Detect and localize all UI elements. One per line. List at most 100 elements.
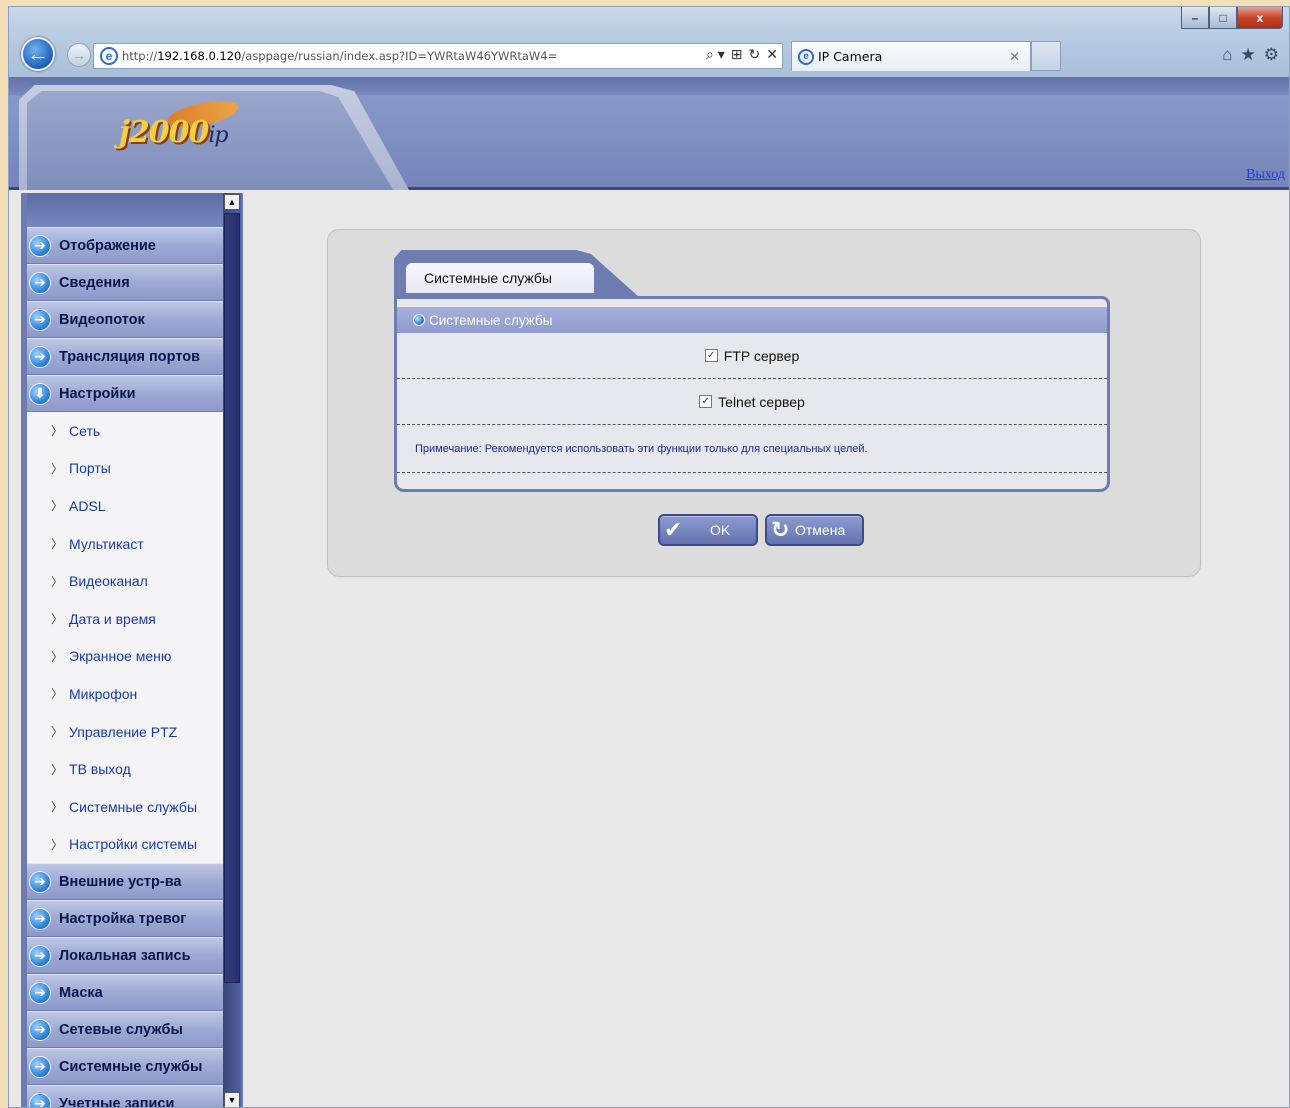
menu-network-services[interactable]: ➔ Сетевые службы [27, 1011, 223, 1048]
submenu-tv-out[interactable]: 〉 ТВ выход [27, 750, 223, 788]
chevron-right-icon: 〉 [51, 574, 64, 589]
chevron-right-icon: 〉 [51, 762, 64, 777]
chevron-right-icon: 〉 [51, 537, 64, 552]
menu-local-recording[interactable]: ➔ Локальная запись [27, 937, 223, 974]
ie-tab-icon: e [798, 48, 814, 65]
maximize-button[interactable]: □ [1209, 7, 1237, 29]
arrow-right-icon: ➔ [29, 870, 51, 893]
star-icon[interactable]: ★ [1241, 45, 1256, 65]
window-controls: – □ x [1181, 7, 1283, 29]
sidebar-scrollbar[interactable]: ▲ ▼ [223, 193, 241, 1107]
menu-info[interactable]: ➔ Сведения [27, 264, 223, 300]
submenu-microphone[interactable]: 〉 Микрофон [27, 675, 223, 713]
ok-button[interactable]: ✔ OK [658, 514, 758, 546]
menu-port-forwarding[interactable]: ➔ Трансляция портов [27, 338, 223, 374]
chevron-right-icon: 〉 [51, 499, 64, 514]
chevron-right-icon: 〉 [51, 612, 64, 627]
settings-submenu: 〉 Сеть 〉 Порты 〉 ADSL 〉 Мультикаст 〉 Видеокан… [27, 412, 223, 864]
arrow-down-icon: ⬇ [29, 382, 51, 405]
forward-button[interactable]: → [67, 43, 91, 67]
chevron-right-icon: 〉 [51, 461, 64, 476]
bullet-icon [413, 314, 425, 326]
arrow-right-icon: ➔ [29, 1055, 51, 1078]
submenu-videochannel[interactable]: 〉 Видеоканал [27, 562, 223, 600]
refresh-icon[interactable]: ↻ [749, 46, 761, 63]
submenu-datetime[interactable]: 〉 Дата и время [27, 600, 223, 638]
menu-external-devices[interactable]: ➔ Внешние устр-ва [27, 863, 223, 900]
search-dropdown-icon[interactable]: ⌕ ▾ [706, 46, 725, 63]
logo: j2000ip [119, 115, 228, 150]
logout-link[interactable]: Выход [1246, 167, 1285, 183]
menu-mask[interactable]: ➔ Маска [27, 974, 223, 1011]
submenu-system-services[interactable]: 〉 Системные службы [27, 788, 223, 826]
close-window-button[interactable]: x [1237, 7, 1283, 29]
scrollbar-thumb[interactable] [224, 213, 240, 983]
browser-toolbar: ⌂ ★ ⚙ [1222, 45, 1279, 65]
chevron-right-icon: 〉 [51, 687, 64, 702]
telnet-server-label: Telnet сервер [718, 393, 805, 410]
arrow-right-icon: ➔ [29, 271, 51, 294]
scroll-down-icon[interactable]: ▼ [224, 1092, 240, 1107]
chevron-right-icon: 〉 [51, 800, 64, 815]
tab-title: IP Camera [818, 49, 883, 64]
submenu-adsl[interactable]: 〉 ADSL [27, 487, 223, 525]
submenu-multicast[interactable]: 〉 Мультикаст [27, 525, 223, 563]
arrow-right-icon: ➔ [29, 345, 51, 368]
submenu-ports[interactable]: 〉 Порты [27, 450, 223, 488]
sidebar: ➔ Отображение ➔ Сведения ➔ Видеопоток ➔ … [21, 193, 243, 1107]
arrow-right-icon: ➔ [29, 944, 51, 967]
chevron-right-icon: 〉 [51, 725, 64, 740]
telnet-server-checkbox[interactable]: ✓ [699, 395, 713, 408]
minimize-button[interactable]: – [1181, 7, 1209, 29]
header-banner: j2000ip Выход [9, 77, 1289, 190]
checkmark-icon: ✔ [664, 517, 683, 542]
address-url[interactable]: http://192.168.0.120/asppage/russian/ind… [122, 49, 557, 63]
section-header: Системные службы [397, 307, 1107, 333]
menu-display[interactable]: ➔ Отображение [27, 227, 223, 263]
telnet-server-row: ✓ Telnet сервер [397, 379, 1107, 425]
browser-window: – □ x ← → e http://192.168.0.120/asppage… [8, 6, 1290, 1108]
home-icon[interactable]: ⌂ [1222, 45, 1232, 65]
ie-page-icon: e [100, 47, 118, 65]
settings-panel: Системные службы Системные службы ✓ FTP … [327, 229, 1201, 577]
note-text: Примечание: Рекомендуется использовать э… [397, 425, 1107, 473]
chevron-right-icon: 〉 [51, 837, 64, 852]
gear-icon[interactable]: ⚙ [1264, 45, 1279, 65]
address-tools: ⌕ ▾ ⊞ ↻ ✕ [706, 46, 778, 63]
chevron-right-icon: 〉 [51, 424, 64, 439]
menu-settings[interactable]: ⬇ Настройки [27, 375, 223, 411]
submenu-system-settings[interactable]: 〉 Настройки системы [27, 826, 223, 864]
panel-tab: Системные службы [406, 263, 594, 293]
scroll-up-icon[interactable]: ▲ [224, 194, 240, 210]
menu-system-services[interactable]: ➔ Системные службы [27, 1048, 223, 1085]
arrow-right-icon: ➔ [29, 1092, 51, 1107]
arrow-right-icon: ➔ [29, 907, 51, 930]
arrow-right-icon: ➔ [29, 981, 51, 1004]
browser-tab[interactable]: e IP Camera ✕ [791, 41, 1031, 71]
stop-icon[interactable]: ✕ [766, 46, 778, 63]
menu-videostream[interactable]: ➔ Видеопоток [27, 301, 223, 337]
arrow-right-icon: ➔ [29, 234, 51, 257]
menu-alarm-settings[interactable]: ➔ Настройка тревог [27, 900, 223, 937]
back-button[interactable]: ← [21, 37, 55, 71]
undo-icon: ↻ [771, 517, 790, 542]
system-services-card: Системные службы ✓ FTP сервер ✓ Telnet с… [394, 296, 1110, 492]
new-tab-button[interactable] [1031, 41, 1061, 71]
browser-titlebar: – □ x ← → e http://192.168.0.120/asppage… [9, 7, 1289, 77]
arrow-right-icon: ➔ [29, 1018, 51, 1041]
cancel-button[interactable]: ↻ Отмена [765, 514, 864, 546]
ftp-server-label: FTP сервер [723, 347, 800, 364]
compat-view-icon[interactable]: ⊞ [731, 46, 743, 63]
page-content: j2000ip Выход ➔ Отображение ➔ Сведения ➔… [9, 77, 1289, 1107]
tab-close-icon[interactable]: ✕ [1009, 49, 1020, 65]
ftp-server-row: ✓ FTP сервер [397, 333, 1107, 379]
submenu-ptz[interactable]: 〉 Управление PTZ [27, 713, 223, 751]
ftp-server-checkbox[interactable]: ✓ [704, 349, 718, 362]
menu-accounts[interactable]: ➔ Учетные записи [27, 1085, 223, 1107]
address-bar[interactable]: e http://192.168.0.120/asppage/russian/i… [93, 43, 783, 69]
sidebar-menu: ➔ Отображение ➔ Сведения ➔ Видеопоток ➔ … [27, 193, 223, 1107]
submenu-osd[interactable]: 〉 Экранное меню [27, 638, 223, 676]
chevron-right-icon: 〉 [51, 649, 64, 664]
submenu-network[interactable]: 〉 Сеть [27, 412, 223, 450]
arrow-right-icon: ➔ [29, 308, 51, 331]
